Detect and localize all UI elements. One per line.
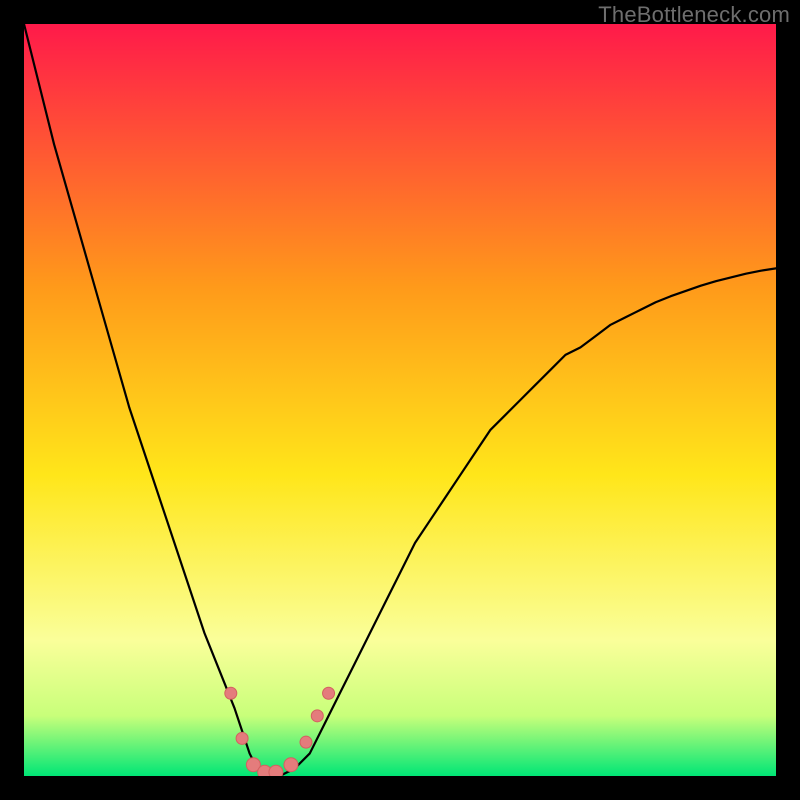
data-marker-4	[269, 765, 283, 776]
data-marker-7	[311, 710, 323, 722]
data-marker-8	[323, 687, 335, 699]
data-marker-0	[225, 687, 237, 699]
gradient-background	[24, 24, 776, 776]
data-marker-5	[284, 758, 298, 772]
chart-frame: TheBottleneck.com	[0, 0, 800, 800]
data-marker-1	[236, 732, 248, 744]
bottleneck-chart-svg	[24, 24, 776, 776]
data-marker-6	[300, 736, 312, 748]
plot-area	[24, 24, 776, 776]
